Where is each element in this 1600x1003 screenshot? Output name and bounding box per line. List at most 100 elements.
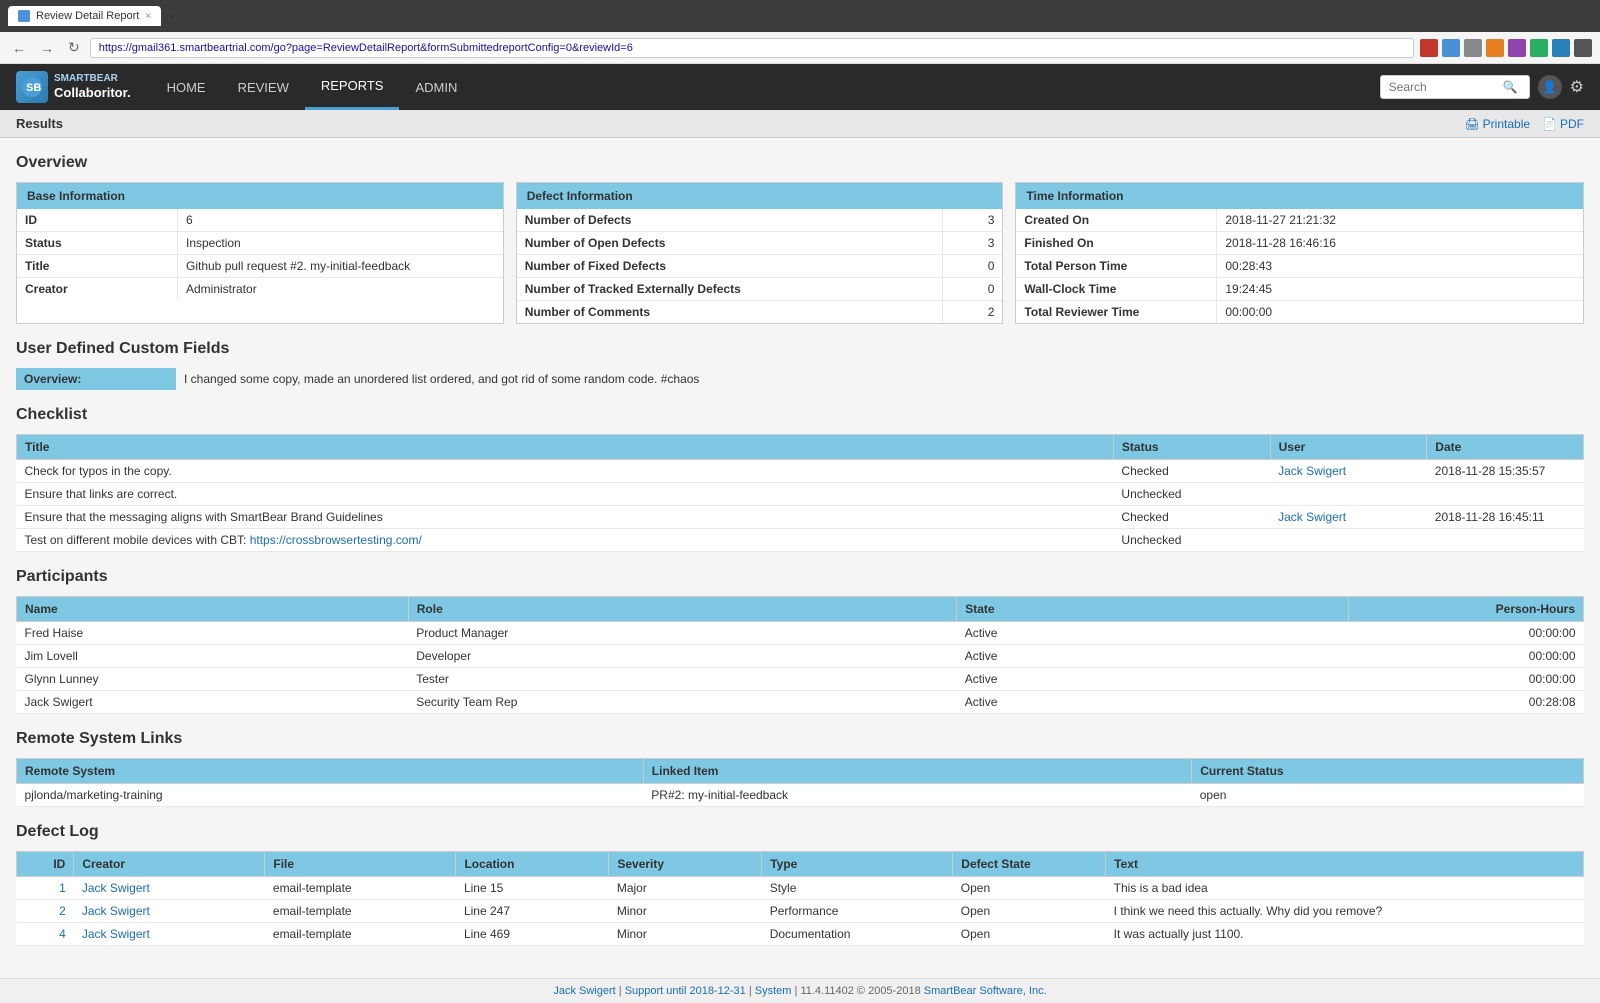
participants-table: Name Role State Person-Hours Fred Haise … xyxy=(16,596,1584,714)
time-label-0: Created On xyxy=(1016,209,1216,231)
defect-id-link[interactable]: 4 xyxy=(59,927,66,941)
time-value-4: 00:00:00 xyxy=(1216,301,1583,323)
participants-header-row: Name Role State Person-Hours xyxy=(17,597,1584,622)
defect-label-1: Number of Open Defects xyxy=(517,232,943,254)
defect-state-cell: Open xyxy=(953,900,1106,923)
checklist-row: Test on different mobile devices with CB… xyxy=(17,529,1584,552)
remote-linked-cell: PR#2: my-initial-feedback xyxy=(643,784,1191,807)
tab-favicon xyxy=(18,10,30,22)
defect-creator-cell: Jack Swigert xyxy=(74,900,265,923)
defect-id-cell: 2 xyxy=(17,900,74,923)
results-bar: Results 🖨 Printable 📄 PDF xyxy=(0,110,1600,138)
defect-label-4: Number of Comments xyxy=(517,301,943,323)
checklist-title-cell: Ensure that links are correct. xyxy=(17,483,1114,506)
checklist-date-cell xyxy=(1427,529,1584,552)
defect-col-creator: Creator xyxy=(74,852,265,877)
time-row-0: Created On 2018-11-27 21:21:32 xyxy=(1016,209,1583,232)
defect-creator-cell: Jack Swigert xyxy=(74,923,265,946)
participant-hours: 00:00:00 xyxy=(1348,645,1583,668)
nav-home[interactable]: HOME xyxy=(151,64,222,110)
back-button[interactable]: ← xyxy=(8,38,30,58)
pdf-link[interactable]: 📄 PDF xyxy=(1542,117,1584,131)
address-bar[interactable]: https://gmail361.smartbeartrial.com/go?p… xyxy=(90,38,1414,58)
footer-company-link[interactable]: SmartBear Software, Inc. xyxy=(924,985,1047,997)
nav-icon-3[interactable] xyxy=(1464,39,1482,57)
logo-text: SMARTBEAR Collaboritor. xyxy=(54,73,131,101)
defect-info-body: Number of Defects 3 Number of Open Defec… xyxy=(517,209,1003,323)
footer-copyright: © 2005-2018 xyxy=(857,985,921,997)
checklist-link[interactable]: https://crossbrowsertesting.com/ xyxy=(250,533,422,547)
browser-tab[interactable]: Review Detail Report × xyxy=(8,6,161,26)
defect-id-link[interactable]: 1 xyxy=(59,881,66,895)
footer-system-link[interactable]: System xyxy=(755,985,792,997)
remote-col-status: Current Status xyxy=(1192,759,1584,784)
time-row-1: Finished On 2018-11-28 16:46:16 xyxy=(1016,232,1583,255)
checklist-user-link[interactable]: Jack Swigert xyxy=(1278,510,1346,524)
browser-nav-icons xyxy=(1420,39,1592,57)
checklist-status-cell: Unchecked xyxy=(1113,529,1270,552)
time-info-body: Created On 2018-11-27 21:21:32 Finished … xyxy=(1016,209,1583,323)
defect-col-text: Text xyxy=(1106,852,1584,877)
tab-close-button[interactable]: × xyxy=(145,11,151,22)
defect-file-cell: email-template xyxy=(265,923,456,946)
app-header: SB SMARTBEAR Collaboritor. HOME REVIEW R… xyxy=(0,64,1600,110)
defect-id-link[interactable]: 2 xyxy=(59,904,66,918)
nav-admin[interactable]: ADMIN xyxy=(399,64,473,110)
checklist-date-cell xyxy=(1427,483,1584,506)
nav-icon-2[interactable] xyxy=(1442,39,1460,57)
checklist-status-cell: Unchecked xyxy=(1113,483,1270,506)
base-row-title: Title Github pull request #2. my-initial… xyxy=(17,255,503,278)
nav-icon-6[interactable] xyxy=(1530,39,1548,57)
defect-info-header: Defect Information xyxy=(517,183,1003,209)
nav-icon-7[interactable] xyxy=(1552,39,1570,57)
base-value-status: Inspection xyxy=(177,232,503,254)
time-value-2: 00:28:43 xyxy=(1216,255,1583,277)
url-text: https://gmail361.smartbeartrial.com/go?p… xyxy=(99,42,1405,54)
footer-support-link[interactable]: Support until 2018-12-31 xyxy=(625,985,746,997)
footer-user-link[interactable]: Jack Swigert xyxy=(553,985,615,997)
custom-field-label: Overview: xyxy=(16,368,176,390)
printable-link[interactable]: 🖨 Printable xyxy=(1464,117,1530,131)
logo-icon: SB xyxy=(16,71,48,103)
checklist-row: Ensure that links are correct. Unchecked xyxy=(17,483,1584,506)
product-name: Collaboritor. xyxy=(54,85,131,101)
search-icon: 🔍 xyxy=(1503,80,1518,94)
new-tab-button[interactable]: + xyxy=(167,9,174,23)
remote-col-system: Remote System xyxy=(17,759,644,784)
search-input[interactable] xyxy=(1389,80,1499,94)
nav-reports[interactable]: REPORTS xyxy=(305,64,400,110)
participants-col-state: State xyxy=(957,597,1349,622)
defect-creator-link[interactable]: Jack Swigert xyxy=(82,881,150,895)
nav-review[interactable]: REVIEW xyxy=(222,64,305,110)
nav-icon-8[interactable] xyxy=(1574,39,1592,57)
base-info-card: Base Information ID 6 Status Inspection … xyxy=(16,182,504,324)
time-info-header: Time Information xyxy=(1016,183,1583,209)
settings-icon[interactable]: ⚙ xyxy=(1570,77,1584,97)
participant-hours: 00:28:08 xyxy=(1348,691,1583,714)
user-icon[interactable]: 👤 xyxy=(1538,75,1562,99)
defect-type-cell: Style xyxy=(762,877,953,900)
nav-icon-1[interactable] xyxy=(1420,39,1438,57)
defect-location-cell: Line 469 xyxy=(456,923,609,946)
defect-label-0: Number of Defects xyxy=(517,209,943,231)
checklist-title-cell: Ensure that the messaging aligns with Sm… xyxy=(17,506,1114,529)
defect-row: 4 Jack Swigert email-template Line 469 M… xyxy=(17,923,1584,946)
reload-button[interactable]: ↻ xyxy=(64,37,84,58)
checklist-user-link[interactable]: Jack Swigert xyxy=(1278,464,1346,478)
checklist-header-row: Title Status User Date xyxy=(17,435,1584,460)
nav-icon-4[interactable] xyxy=(1486,39,1504,57)
nav-icon-5[interactable] xyxy=(1508,39,1526,57)
time-row-3: Wall-Clock Time 19:24:45 xyxy=(1016,278,1583,301)
remote-status-cell: open xyxy=(1192,784,1584,807)
forward-button[interactable]: → xyxy=(36,38,58,58)
page-footer: Jack Swigert | Support until 2018-12-31 … xyxy=(0,978,1600,1003)
defect-creator-link[interactable]: Jack Swigert xyxy=(82,904,150,918)
checklist-user-cell: Jack Swigert xyxy=(1270,506,1427,529)
participants-row: Jim Lovell Developer Active 00:00:00 xyxy=(17,645,1584,668)
defect-creator-link[interactable]: Jack Swigert xyxy=(82,927,150,941)
participants-col-hours: Person-Hours xyxy=(1348,597,1583,622)
checklist-col-date: Date xyxy=(1427,435,1584,460)
participant-role: Developer xyxy=(408,645,956,668)
defect-col-severity: Severity xyxy=(609,852,762,877)
defect-location-cell: Line 247 xyxy=(456,900,609,923)
